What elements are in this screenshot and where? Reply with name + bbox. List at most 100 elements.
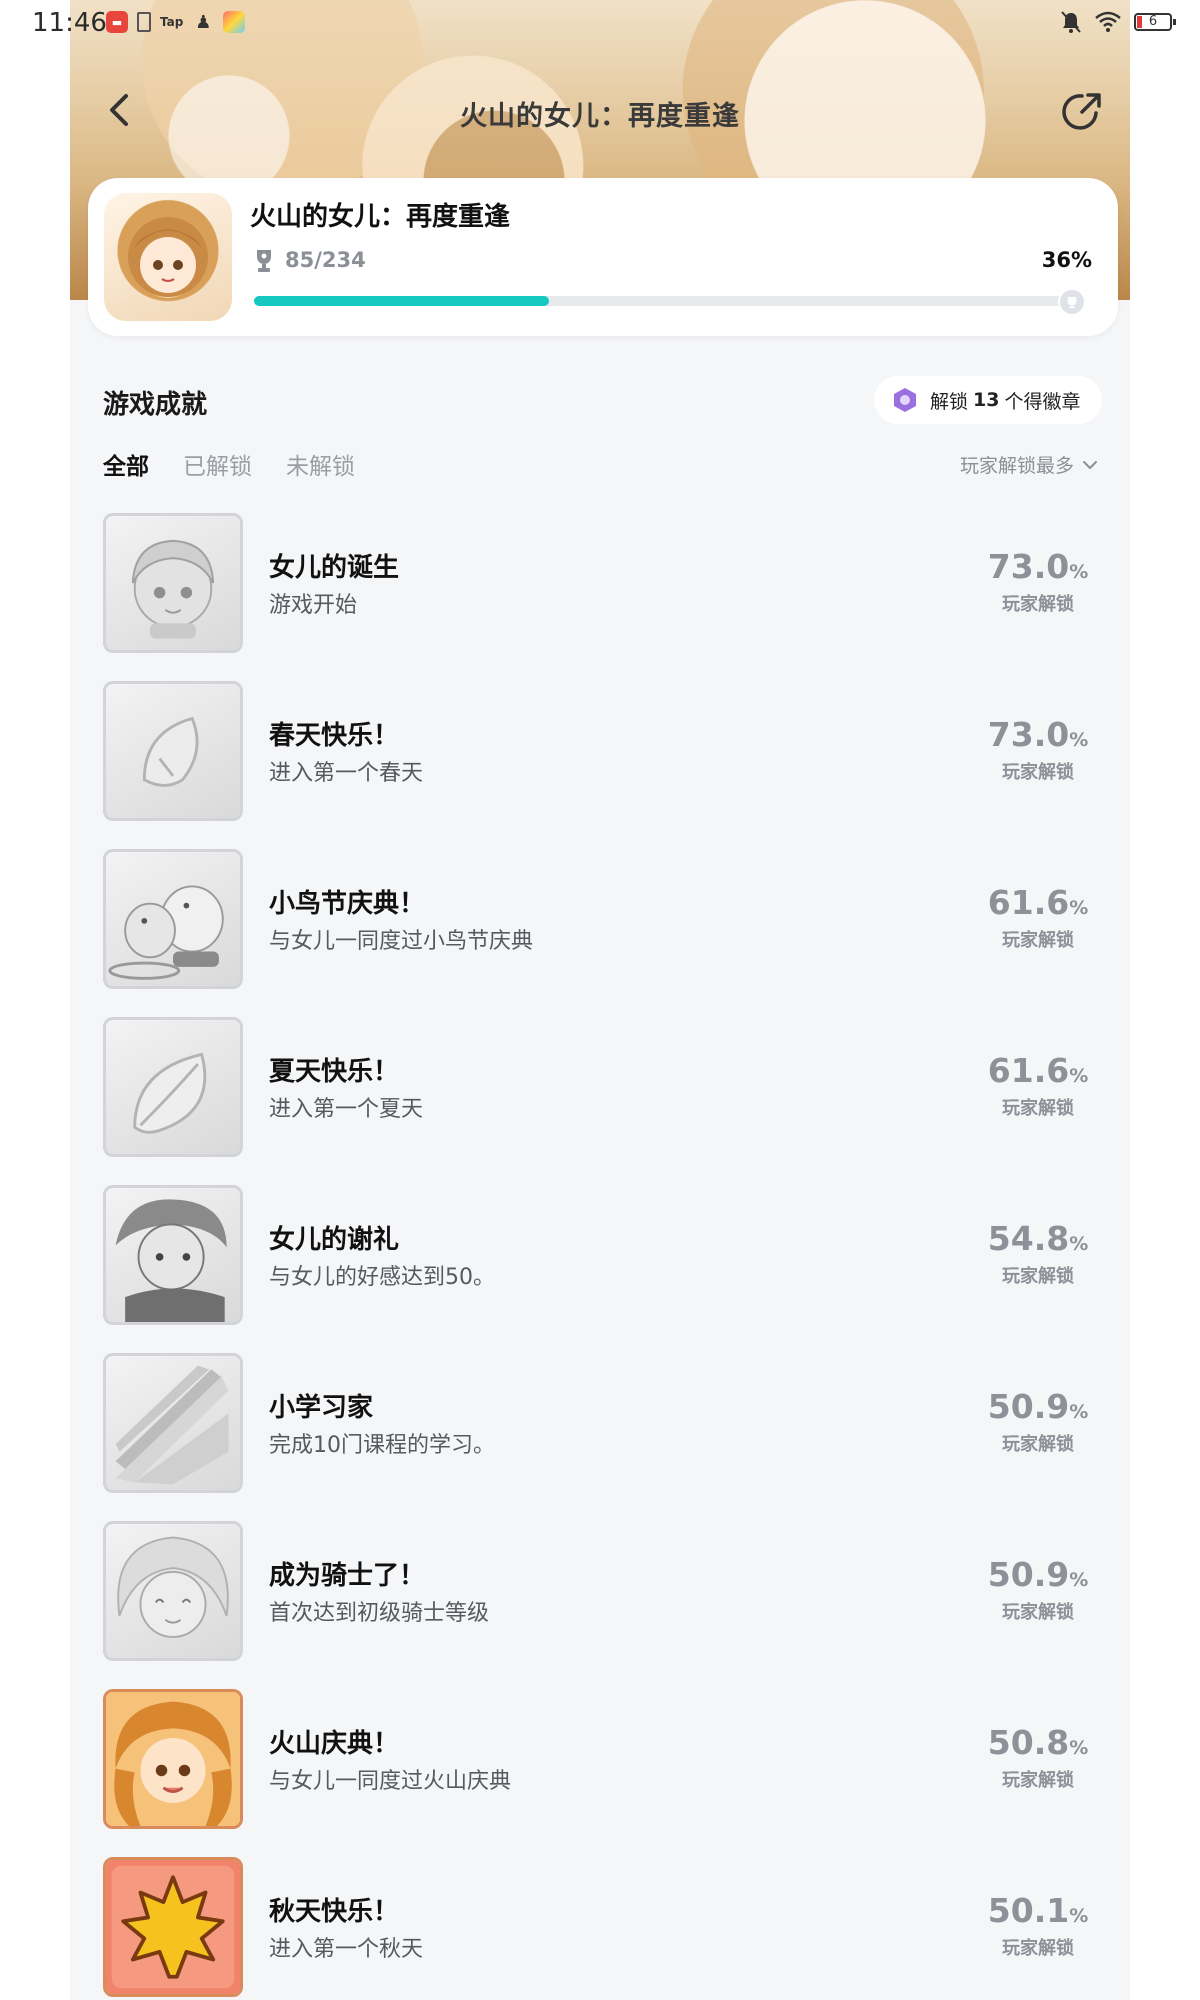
achievement-title: 春天快乐！ (269, 721, 400, 751)
taptap-icon: Tap (160, 15, 184, 29)
achievement-title: 夏天快乐！ (269, 1057, 400, 1087)
game-card[interactable]: 火山的女儿：再度重逢 85/234 36% (88, 178, 1118, 336)
achievement-description: 与女儿的好感达到50。 (269, 1265, 495, 1290)
share-icon[interactable] (1060, 88, 1106, 134)
unlock-rate-value: 61.6 (987, 1051, 1070, 1090)
achievement-unlock-rate: 50.9% 玩家解锁 (983, 1555, 1093, 1624)
trophy-progress: 85/234 (285, 248, 366, 272)
unlock-rate-label: 玩家解锁 (1002, 930, 1074, 951)
notification-icons: ▬ Tap ♟ (106, 11, 246, 33)
achievements-page: 11:46 ▬ Tap ♟ 6 火山的女儿：再度重逢 火山的女儿：再度重逢 85… (0, 0, 1200, 2000)
percent-sign: % (1069, 561, 1089, 583)
achievement-row[interactable]: 成为骑士了！ 首次达到初级骑士等级 50.9% 玩家解锁 (103, 1521, 1099, 1689)
colorful-app-icon (223, 11, 246, 33)
achievement-description: 进入第一个秋天 (269, 1937, 424, 1962)
achievement-unlock-rate: 61.6% 玩家解锁 (983, 1051, 1093, 1120)
percent-sign: % (1069, 1569, 1089, 1591)
battery-icon: 6 (1134, 13, 1176, 31)
achievement-description: 首次达到初级骑士等级 (269, 1601, 490, 1626)
status-bar: 11:46 ▬ Tap ♟ 6 (0, 0, 1200, 48)
achievement-description: 完成10门课程的学习。 (269, 1433, 495, 1458)
baby-face-icon (103, 513, 243, 653)
achievement-list: 女儿的诞生 游戏开始 73.0% 玩家解锁 春天快乐！ 进入第一个春天 73.0% 玩家解锁小… (103, 513, 1099, 2000)
trophy-icon (257, 250, 271, 272)
achievement-unlock-rate: 54.8% 玩家解锁 (983, 1219, 1093, 1288)
unlock-rate-label: 玩家解锁 (1002, 1602, 1074, 1623)
unlock-rate-label: 玩家解锁 (1002, 1770, 1074, 1791)
achievement-title: 秋天快乐！ (269, 1897, 400, 1927)
unlock-rate-value: 73.0 (987, 715, 1070, 754)
mute-bell-icon (1061, 11, 1081, 33)
achievement-row[interactable]: 火山庆典！ 与女儿一同度过火山庆典 50.8% 玩家解锁 (103, 1689, 1099, 1857)
progress-end-trophy-icon (1058, 288, 1086, 316)
sort-label: 玩家解锁最多 (959, 455, 1074, 477)
achievement-title: 女儿的谢礼 (269, 1225, 400, 1255)
achievement-unlock-rate: 50.9% 玩家解锁 (983, 1387, 1093, 1456)
unlock-rate-label: 玩家解锁 (1002, 1434, 1074, 1455)
achievement-row[interactable]: 女儿的谢礼 与女儿的好感达到50。 54.8% 玩家解锁 (103, 1185, 1099, 1353)
tab-unlocked[interactable]: 已解锁 (183, 447, 252, 481)
tab-all[interactable]: 全部 (103, 447, 149, 481)
achievement-unlock-rate: 50.8% 玩家解锁 (983, 1723, 1093, 1792)
achievement-row[interactable]: 小学习家完成10门课程的学习。 50.9% 玩家解锁 (103, 1353, 1099, 1521)
birds-icon (103, 849, 243, 989)
achievement-unlock-rate: 73.0% 玩家解锁 (983, 715, 1093, 784)
percent-sign: % (1069, 1233, 1089, 1255)
percent-sign: % (1069, 1065, 1089, 1087)
knight-face-icon (103, 1521, 243, 1661)
badge-icon (894, 388, 916, 412)
progress-bar (254, 296, 1074, 306)
achievement-unlock-rate: 73.0% 玩家解锁 (983, 547, 1093, 616)
status-right: 6 (1060, 10, 1176, 34)
percent-sign: % (1069, 1737, 1089, 1759)
game-cover-image (104, 193, 232, 321)
achievement-row[interactable]: 秋天快乐！ 进入第一个秋天 50.1% 玩家解锁 (103, 1857, 1099, 2000)
badge-suffix: 个得徽章 (1004, 390, 1081, 413)
section-title: 游戏成就 (103, 390, 208, 420)
status-time: 11:46 (32, 8, 107, 38)
achievement-row[interactable]: 小鸟节庆典！ 与女儿一同度过小鸟节庆典 61.6% 玩家解锁 (103, 849, 1099, 1017)
achievement-row[interactable]: 女儿的诞生 游戏开始 73.0% 玩家解锁 (103, 513, 1099, 681)
unlock-rate-value: 50.1 (987, 1891, 1070, 1930)
boy-face-icon (103, 1185, 243, 1325)
chevron-down-icon (1083, 460, 1097, 469)
phone-icon (137, 12, 151, 32)
badge-unlock-chip[interactable]: 解锁 13 个得徽章 (874, 376, 1102, 424)
game-name: 火山的女儿：再度重逢 (250, 202, 511, 232)
maple-leaf-icon (103, 1857, 243, 1997)
unlock-rate-label: 玩家解锁 (1002, 1266, 1074, 1287)
tab-locked[interactable]: 未解锁 (286, 447, 355, 481)
achievement-title: 小学习家 (269, 1393, 374, 1423)
percent-sign: % (1069, 897, 1089, 919)
book-pages-icon (103, 1353, 243, 1493)
page-title: 火山的女儿：再度重逢 (460, 101, 740, 132)
app-notification-icon: ▬ (106, 11, 128, 33)
achievement-description: 进入第一个夏天 (269, 1097, 424, 1122)
completion-percent: 36% (1041, 248, 1092, 272)
filter-tabs: 全部 已解锁 未解锁 (103, 447, 355, 481)
unlock-rate-value: 50.9 (987, 1387, 1070, 1426)
achievement-row[interactable]: 春天快乐！ 进入第一个春天 73.0% 玩家解锁 (103, 681, 1099, 849)
qq-icon: ♟ (195, 11, 212, 33)
unlock-rate-value: 50.9 (987, 1555, 1070, 1594)
petal-icon (103, 681, 243, 821)
badge-count: 13 (973, 389, 1000, 411)
unlock-rate-value: 73.0 (987, 547, 1070, 586)
achievement-title: 火山庆典！ (269, 1729, 400, 1759)
unlock-rate-value: 61.6 (987, 883, 1070, 922)
percent-sign: % (1069, 1401, 1089, 1423)
wifi-icon (1095, 11, 1121, 32)
progress-fill (254, 296, 550, 306)
achievement-title: 女儿的诞生 (269, 553, 400, 583)
achievement-description: 与女儿一同度过小鸟节庆典 (269, 929, 534, 954)
achievement-description: 与女儿一同度过火山庆典 (269, 1769, 512, 1794)
badge-prefix: 解锁 (930, 390, 969, 413)
unlock-rate-label: 玩家解锁 (1002, 1938, 1074, 1959)
achievement-row[interactable]: 夏天快乐！ 进入第一个夏天 61.6% 玩家解锁 (103, 1017, 1099, 1185)
achievement-unlock-rate: 61.6% 玩家解锁 (983, 883, 1093, 952)
percent-sign: % (1069, 729, 1089, 751)
leaf-icon (103, 1017, 243, 1157)
sort-dropdown[interactable]: 玩家解锁最多 (960, 451, 1098, 478)
unlock-rate-label: 玩家解锁 (1002, 594, 1074, 615)
unlock-rate-label: 玩家解锁 (1002, 762, 1074, 783)
